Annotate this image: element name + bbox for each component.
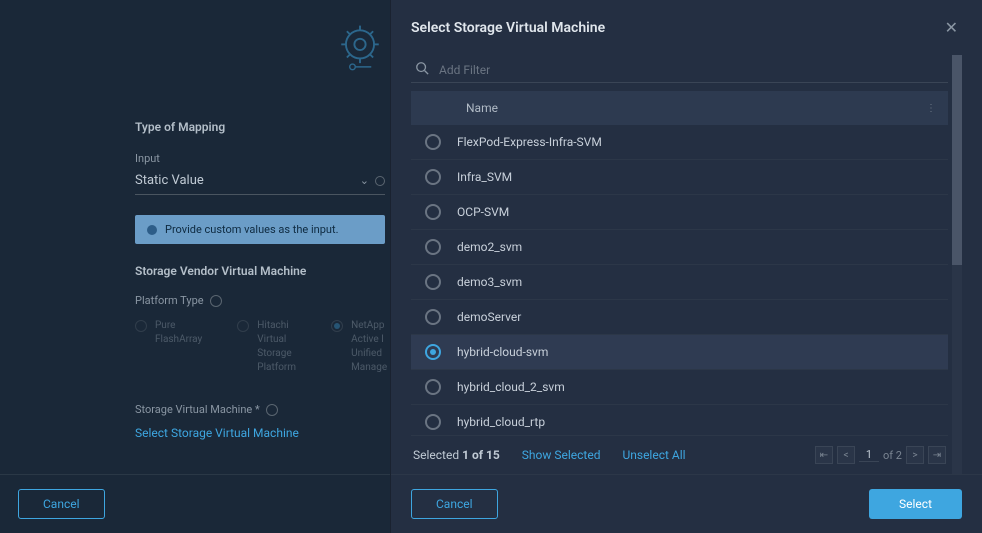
svm-row-name: Infra_SVM (457, 170, 512, 184)
select-svm-link[interactable]: Select Storage Virtual Machine (135, 426, 385, 440)
svm-row-name: hybrid_cloud_2_svm (457, 380, 565, 394)
info-banner: Provide custom values as the input. (135, 215, 385, 244)
svm-row[interactable]: FlexPod-Express-Infra-SVM (411, 125, 948, 160)
selection-count: Selected 1 of 15 (413, 448, 500, 462)
platform-type-label: Platform Type (135, 294, 385, 307)
modal-select-button[interactable]: Select (869, 489, 962, 519)
platform-options: PureFlashArray HitachiVirtualStoragePlat… (135, 319, 385, 375)
radio-icon[interactable] (425, 204, 441, 220)
svm-row-name: OCP-SVM (457, 205, 509, 219)
subsection-title: Storage Vendor Virtual Machine (135, 264, 385, 278)
svm-row[interactable]: hybrid_cloud_2_svm (411, 370, 948, 405)
radio-icon[interactable] (425, 414, 441, 430)
page-input[interactable] (859, 448, 879, 462)
help-icon[interactable] (375, 176, 385, 186)
filter-input[interactable] (439, 63, 948, 77)
show-selected-link[interactable]: Show Selected (522, 448, 601, 462)
input-label: Input (135, 152, 385, 165)
svm-row[interactable]: OCP-SVM (411, 195, 948, 230)
section-title: Type of Mapping (135, 120, 385, 134)
page-first-button[interactable]: ⇤ (815, 446, 833, 464)
svm-row-name: hybrid-cloud-svm (457, 345, 548, 359)
page-prev-button[interactable]: < (837, 446, 855, 464)
svm-row-name: demo3_svm (457, 275, 522, 289)
radio-icon[interactable] (425, 239, 441, 255)
gear-hero-icon (330, 20, 390, 80)
radio-icon[interactable] (425, 134, 441, 150)
radio-icon[interactable] (425, 274, 441, 290)
radio-icon[interactable] (425, 169, 441, 185)
svm-row[interactable]: demo3_svm (411, 265, 948, 300)
svm-row-name: demo2_svm (457, 240, 522, 254)
unselect-all-link[interactable]: Unselect All (622, 448, 685, 462)
pagination: ⇤ < of 2 > ⇥ (815, 446, 946, 464)
radio-icon[interactable] (425, 379, 441, 395)
chevron-down-icon: ⌄ (360, 174, 369, 187)
page-last-button[interactable]: ⇥ (928, 446, 946, 464)
help-icon[interactable] (266, 404, 278, 416)
svm-field-label: Storage Virtual Machine * (135, 403, 385, 416)
svm-row[interactable]: hybrid-cloud-svm (411, 335, 948, 370)
sort-icon[interactable]: ⋮ (926, 103, 934, 114)
svm-row-name: demoServer (457, 310, 521, 324)
svm-row[interactable]: demo2_svm (411, 230, 948, 265)
table-header-name[interactable]: Name ⋮ (411, 91, 948, 125)
help-icon[interactable] (210, 295, 222, 307)
radio-icon[interactable] (425, 309, 441, 325)
page-total: of 2 (883, 449, 902, 462)
search-icon (415, 61, 429, 78)
svm-row-name: hybrid_cloud_rtp (457, 415, 545, 429)
select-svm-modal: Select Storage Virtual Machine ✕ Name ⋮ … (390, 0, 982, 533)
page-next-button[interactable]: > (906, 446, 924, 464)
svm-row[interactable]: demoServer (411, 300, 948, 335)
modal-title: Select Storage Virtual Machine (411, 20, 605, 36)
radio-icon[interactable] (425, 344, 441, 360)
input-dropdown[interactable]: Static Value ⌄ (135, 167, 385, 195)
svm-row-name: FlexPod-Express-Infra-SVM (457, 135, 602, 149)
svm-row[interactable]: Infra_SVM (411, 160, 948, 195)
modal-cancel-button[interactable]: Cancel (411, 489, 498, 519)
cancel-button[interactable]: Cancel (18, 489, 105, 519)
scrollbar[interactable] (952, 55, 962, 474)
svm-row[interactable]: hybrid_cloud_rtp (411, 405, 948, 435)
close-icon[interactable]: ✕ (941, 14, 962, 41)
info-icon (147, 225, 157, 235)
